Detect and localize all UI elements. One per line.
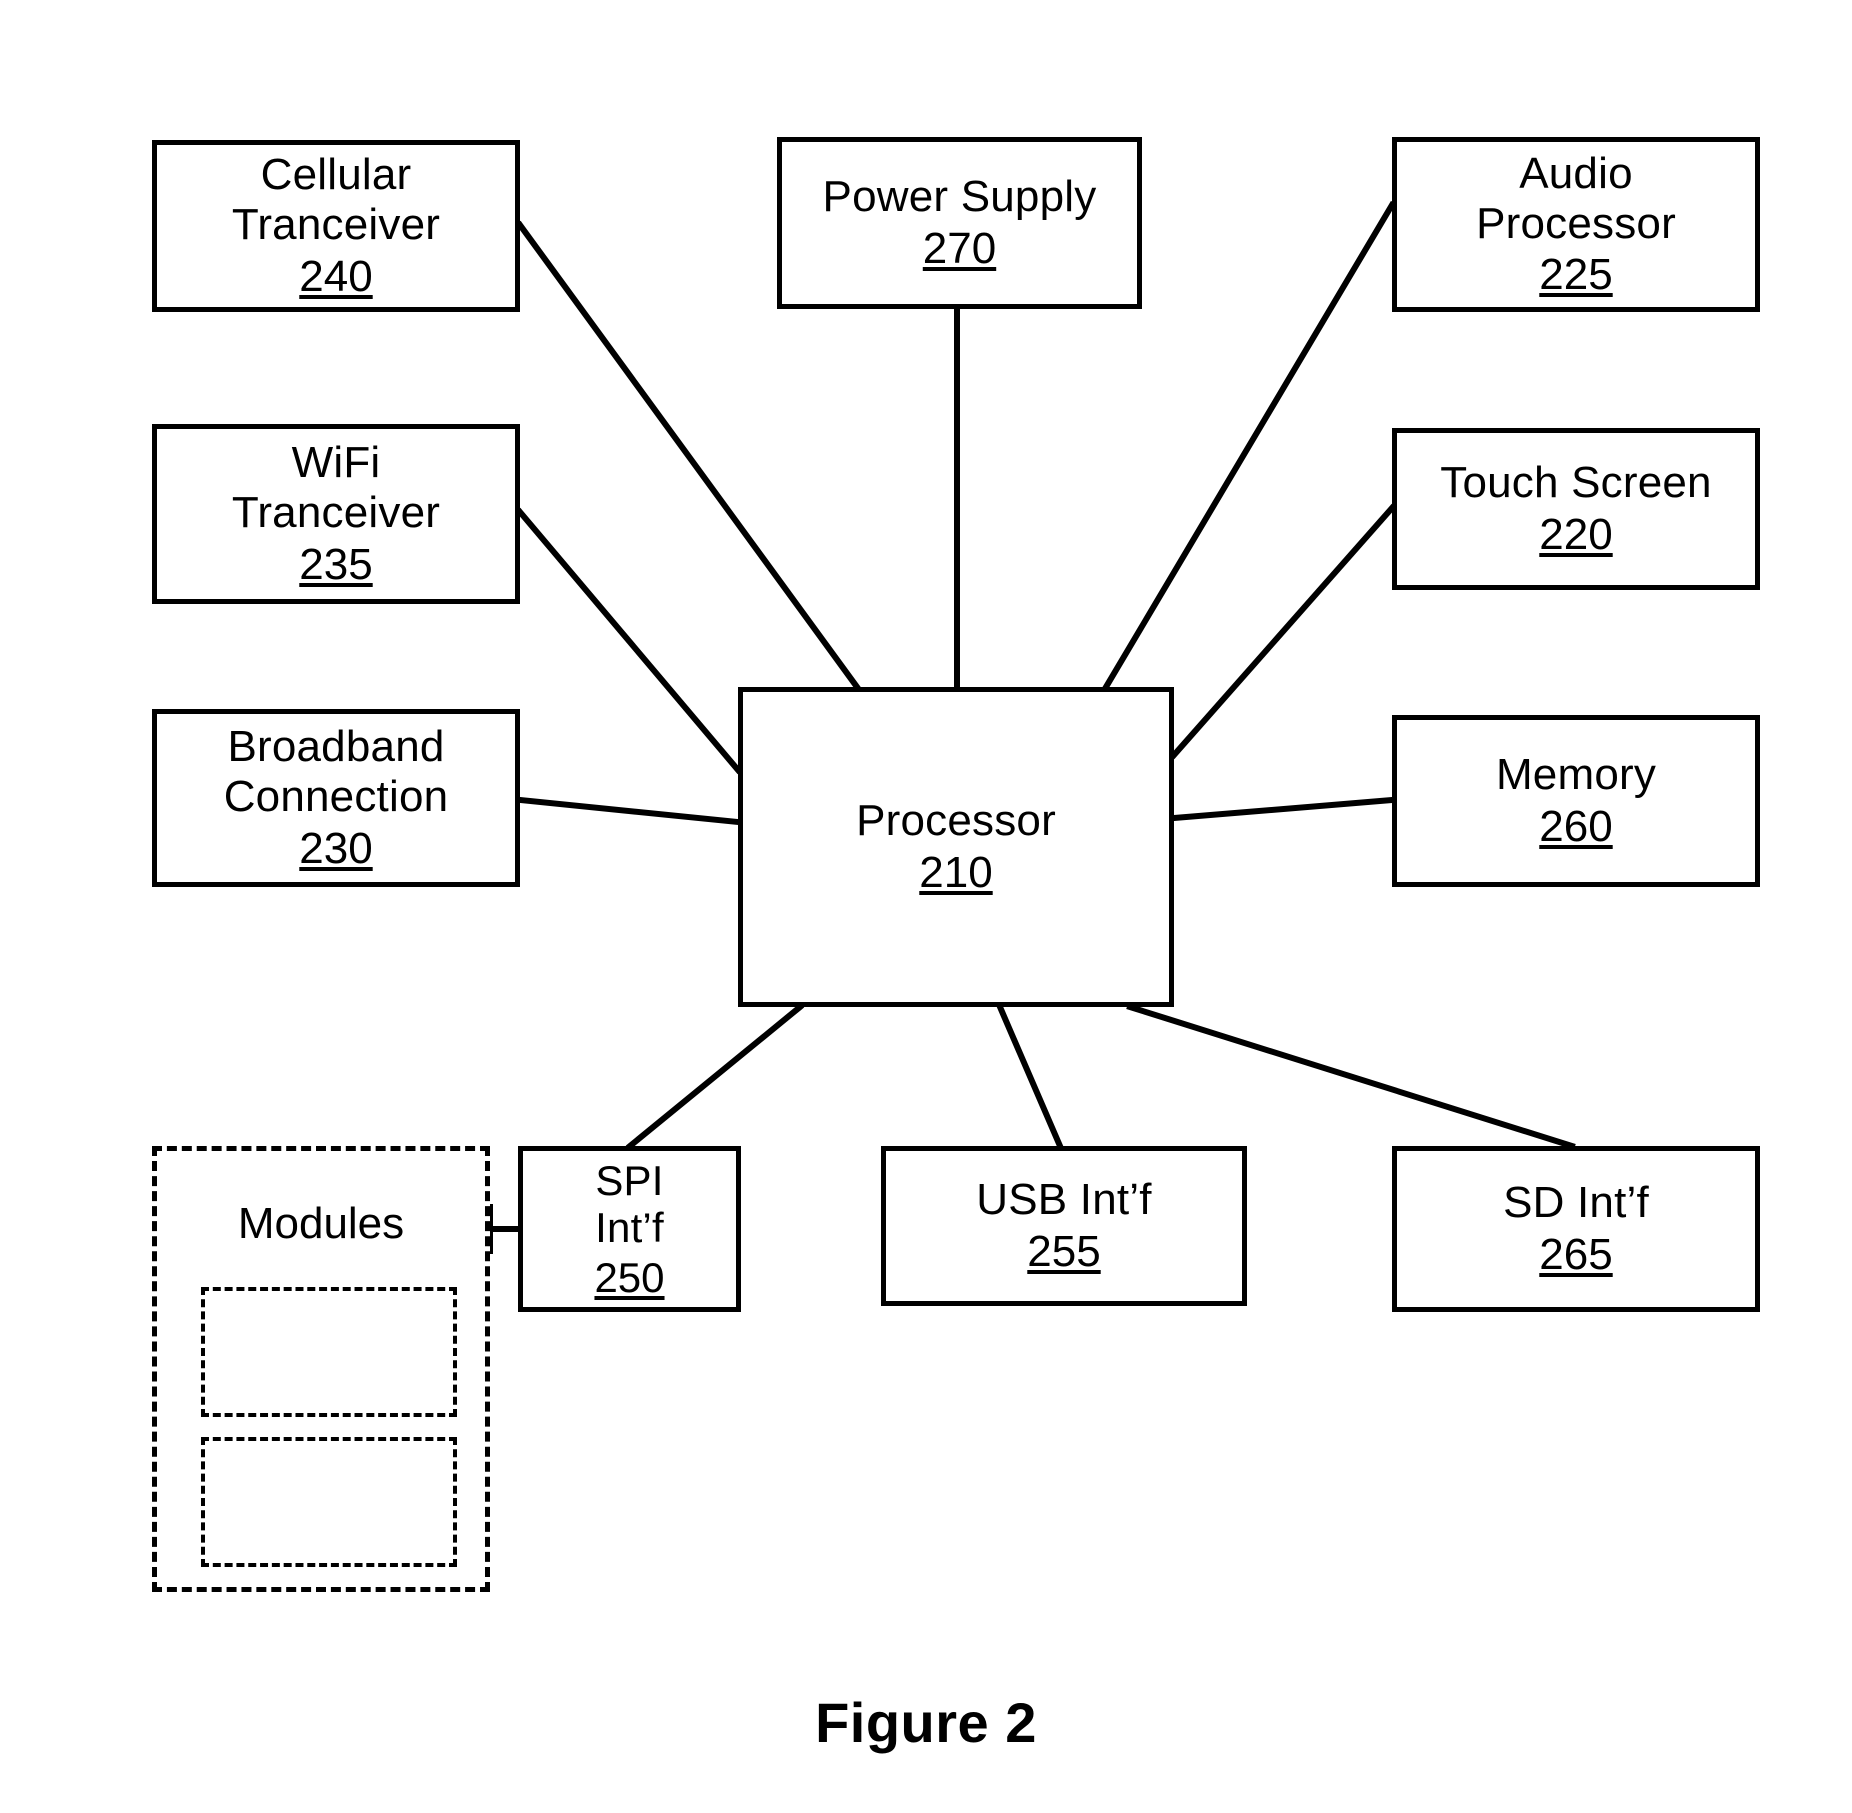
- connector-audio-to-processor: [1101, 200, 1397, 692]
- node-label-audio-processor: Audio Processor: [1476, 148, 1676, 248]
- node-refnum-touch-screen: 220: [1539, 510, 1613, 559]
- node-refnum-sd-interface: 265: [1539, 1230, 1613, 1279]
- node-refnum-usb-interface: 255: [1027, 1227, 1101, 1276]
- node-broadband-connection[interactable]: Broadband Connection 230: [152, 709, 520, 887]
- node-refnum-wifi-tranceiver: 235: [299, 539, 373, 589]
- node-sd-interface[interactable]: SD Int’f 265: [1392, 1146, 1760, 1312]
- connector-memory-to-processor: [1170, 796, 1396, 822]
- node-cellular-tranceiver[interactable]: Cellular Tranceiver 240: [152, 140, 520, 312]
- node-label-wifi-tranceiver: WiFi Tranceiver: [231, 438, 441, 538]
- connector-wifi-to-processor: [515, 507, 743, 775]
- node-power-supply[interactable]: Power Supply 270: [777, 137, 1142, 309]
- node-audio-processor[interactable]: Audio Processor 225: [1392, 137, 1760, 312]
- node-wifi-tranceiver[interactable]: WiFi Tranceiver 235: [152, 424, 520, 604]
- connector-processor-to-usb: [996, 1003, 1064, 1150]
- node-label-power-supply: Power Supply: [822, 172, 1097, 222]
- module-slot-1[interactable]: [201, 1287, 457, 1417]
- node-refnum-broadband-connection: 230: [299, 823, 373, 873]
- node-label-touch-screen: Touch Screen: [1440, 458, 1712, 508]
- node-memory[interactable]: Memory 260: [1392, 715, 1760, 887]
- node-refnum-power-supply: 270: [922, 224, 997, 273]
- connector-touch-to-processor: [1169, 503, 1397, 760]
- node-label-sd-interface: SD Int’f: [1503, 1178, 1649, 1228]
- connector-processor-to-spi: [625, 1002, 805, 1151]
- node-refnum-audio-processor: 225: [1539, 250, 1613, 300]
- node-refnum-spi-interface: 250: [594, 1253, 665, 1301]
- node-processor[interactable]: Processor 210: [738, 687, 1174, 1007]
- node-label-memory: Memory: [1495, 750, 1657, 800]
- node-refnum-cellular-tranceiver: 240: [299, 251, 373, 301]
- node-usb-interface[interactable]: USB Int’f 255: [881, 1146, 1247, 1306]
- node-label-cellular-tranceiver: Cellular Tranceiver: [231, 150, 441, 250]
- module-slot-2[interactable]: [201, 1437, 457, 1567]
- modules-group[interactable]: Modules: [152, 1146, 490, 1592]
- node-touch-screen[interactable]: Touch Screen 220: [1392, 428, 1760, 590]
- node-label-processor: Processor: [856, 796, 1056, 846]
- modules-group-title: Modules: [237, 1199, 405, 1248]
- node-label-broadband-connection: Broadband Connection: [223, 722, 449, 822]
- node-label-usb-interface: USB Int’f: [976, 1175, 1152, 1225]
- node-label-spi-interface: SPI Int’f: [595, 1156, 664, 1252]
- figure-canvas: Cellular Tranceiver 240 Power Supply 270 Aud…: [0, 0, 1852, 1813]
- node-refnum-memory: 260: [1539, 802, 1613, 851]
- node-spi-interface[interactable]: SPI Int’f 250: [518, 1146, 741, 1312]
- figure-caption: Figure 2: [815, 1691, 1037, 1754]
- connector-broadband-to-processor: [516, 796, 742, 826]
- node-refnum-processor: 210: [919, 848, 993, 897]
- connector-processor-to-sd: [1126, 1003, 1576, 1150]
